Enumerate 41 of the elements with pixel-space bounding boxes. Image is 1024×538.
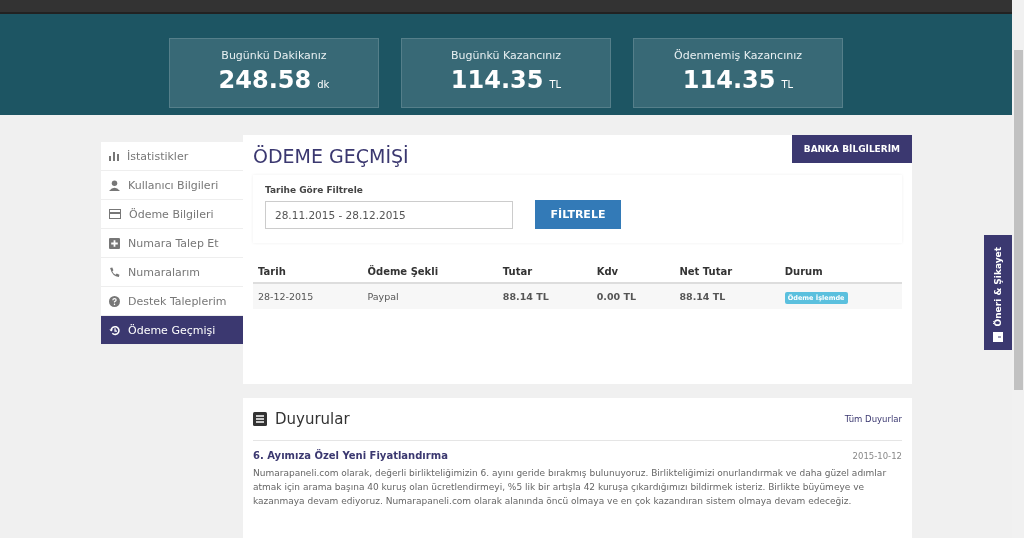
sidebar-item[interactable]: Numara Talep Et — [101, 229, 243, 258]
sidebar-item[interactable]: Destek Taleplerim — [101, 287, 243, 316]
stat-unit: TL — [781, 79, 794, 90]
section-title: Duyurular — [275, 410, 350, 428]
list-icon — [253, 412, 267, 426]
stat-label: Ödenmemiş Kazancınız — [674, 49, 802, 62]
table-cell: 0.00 TL — [591, 283, 675, 309]
date-range-field[interactable]: 28.11.2015 - 28.12.2015 — [265, 200, 513, 229]
announcement-title[interactable]: 6. Ayımıza Özel Yeni Fiyatlandırma — [253, 450, 448, 461]
stat-value: 114.35 — [450, 66, 544, 94]
bank-info-button[interactable]: BANKA BİLGİLERİM — [791, 135, 912, 163]
table-cell: 88.14 TL — [497, 283, 592, 309]
all-announcements-link[interactable]: Tüm Duyurlar — [844, 414, 902, 424]
sidebar-item[interactable]: Kullanıcı Bilgileri — [101, 171, 243, 200]
credit-card-icon — [109, 209, 121, 219]
stat-label: Bugünkü Kazancınız — [450, 49, 562, 62]
comment-icon — [993, 332, 1003, 342]
announcement-date: 2015-10-12 — [852, 450, 902, 461]
announcement-text: Numarapaneli.com olarak, değerli birlikteliğimizin 6. ayını geride bırakmış bulunuyoruz. Birlikteliğimizi onurlandırmak ve daha güzel adımlar atmak için arama başına 40 kuruş olan ücretlendirmeyi, %5 lik bir artışla 42 kuruşa çıkardığımızı bildirmek isteriz. Birlikte büyümeye ve kazanmaya devam ediyoruz. Numarapaneli.com olarak alanında öncü olmaya ve en çok kazandıran sistem olmaya devam edeceğiz. — [253, 467, 888, 508]
filter-button[interactable]: FİLTRELE — [535, 200, 621, 229]
stat-unit: dk — [317, 79, 330, 90]
sidebar-item[interactable]: İstatistikler — [101, 142, 243, 171]
history-icon — [109, 324, 120, 336]
sidebar-item[interactable]: Ödeme Geçmişi — [101, 316, 243, 345]
bar-chart-icon — [109, 151, 119, 161]
sidebar-item[interactable]: Ödeme Bilgileri — [101, 200, 243, 229]
filter-label: Tarihe Göre Filtrele — [265, 185, 364, 195]
phone-icon — [109, 266, 120, 278]
stat-label: Bugünkü Dakikanız — [221, 49, 327, 62]
user-icon — [109, 179, 120, 191]
plus-square-icon — [109, 237, 120, 249]
sidebar-item[interactable]: Numaralarım — [101, 258, 243, 287]
help-icon — [109, 295, 120, 307]
table-cell: Paypal — [362, 283, 498, 309]
stat-value: 114.35 — [682, 66, 776, 94]
stat-value: 248.58 — [218, 66, 312, 94]
page-title: ÖDEME GEÇMİŞİ — [253, 145, 409, 167]
table-cell: 28-12-2015 — [253, 283, 363, 309]
feedback-tab[interactable]: Öneri & Şikayet — [984, 235, 1012, 350]
stat-unit: TL — [549, 79, 562, 90]
table-cell: 88.14 TL — [674, 283, 780, 309]
